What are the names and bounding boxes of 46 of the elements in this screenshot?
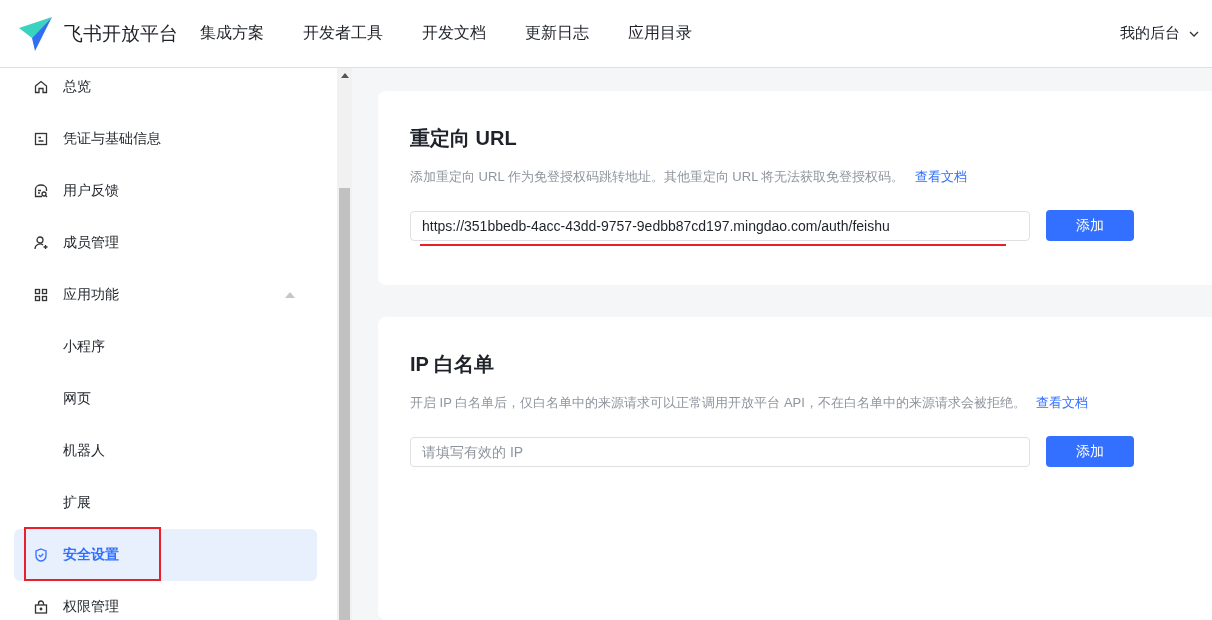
nav-link[interactable]: 开发者工具 bbox=[303, 23, 383, 44]
home-icon bbox=[33, 79, 49, 95]
nav-link[interactable]: 集成方案 bbox=[200, 23, 264, 44]
sidebar-item[interactable]: 应用功能 bbox=[14, 269, 317, 321]
sidebar-label: 成员管理 bbox=[63, 234, 119, 252]
lock-icon bbox=[33, 599, 49, 615]
sidebar-item[interactable]: 用户反馈 bbox=[14, 165, 317, 217]
add-button[interactable]: 添加 bbox=[1046, 436, 1134, 467]
scrollbar[interactable] bbox=[337, 68, 352, 620]
sidebar-subitem[interactable]: 网页 bbox=[14, 373, 317, 425]
feedback-icon bbox=[33, 183, 49, 199]
shield-icon bbox=[33, 547, 49, 563]
sidebar-item[interactable]: 权限管理 bbox=[14, 581, 317, 620]
section-description: 开启 IP 白名单后，仅白名单中的来源请求可以正常调用开放平台 API，不在白名单中的来源请求会被拒绝。 bbox=[410, 395, 1026, 410]
card-icon bbox=[33, 131, 49, 147]
section-title: IP 白名单 bbox=[410, 352, 496, 377]
platform-title: 飞书开放平台 bbox=[64, 21, 178, 46]
sidebar-label: 用户反馈 bbox=[63, 182, 119, 200]
sidebar-subitem[interactable]: 机器人 bbox=[14, 425, 317, 477]
scroll-up-icon[interactable] bbox=[340, 73, 349, 78]
nav-link[interactable]: 应用目录 bbox=[628, 23, 692, 44]
sidebar-item[interactable]: 成员管理 bbox=[14, 217, 317, 269]
sidebar-subitem[interactable]: 小程序 bbox=[14, 321, 317, 373]
url-input-field[interactable]: 请填写有效的 IP bbox=[410, 436, 1030, 467]
section-description: 添加重定向 URL 作为免登授权码跳转地址。其他重定向 URL 将无法获取免登授权码。 bbox=[410, 169, 905, 184]
sidebar-label: 凭证与基础信息 bbox=[63, 130, 161, 148]
docs-link[interactable]: 查看文档 bbox=[1035, 395, 1088, 410]
paper-plane-logo-icon bbox=[18, 15, 54, 52]
account-menu[interactable]: 我的后台 bbox=[1120, 24, 1200, 43]
sidebar-subitem[interactable]: 扩展 bbox=[14, 477, 317, 529]
sidebar-label: 总览 bbox=[63, 78, 91, 96]
docs-link[interactable]: 查看文档 bbox=[914, 169, 967, 184]
sidebar-item[interactable]: 总览 bbox=[14, 68, 317, 113]
sidebar-item[interactable]: 凭证与基础信息 bbox=[14, 113, 317, 165]
url-input-field[interactable]: https://351bbedb-4acc-43dd-9757-9edbb87cd197.mingdao.com/auth/feishu bbox=[410, 210, 1030, 241]
sidebar-item[interactable]: 安全设置 bbox=[14, 529, 317, 581]
sidebar-label: 应用功能 bbox=[63, 286, 119, 304]
user-add-icon bbox=[33, 235, 49, 251]
add-button[interactable]: 添加 bbox=[1046, 210, 1134, 241]
scrollbar-thumb[interactable] bbox=[339, 188, 350, 620]
sidebar-label: 安全设置 bbox=[63, 546, 119, 564]
section-title: 重定向 URL bbox=[410, 126, 518, 151]
sidebar-label: 权限管理 bbox=[63, 598, 119, 616]
grid-icon bbox=[33, 287, 49, 303]
nav-link[interactable]: 更新日志 bbox=[525, 23, 589, 44]
nav-link[interactable]: 开发文档 bbox=[422, 23, 486, 44]
